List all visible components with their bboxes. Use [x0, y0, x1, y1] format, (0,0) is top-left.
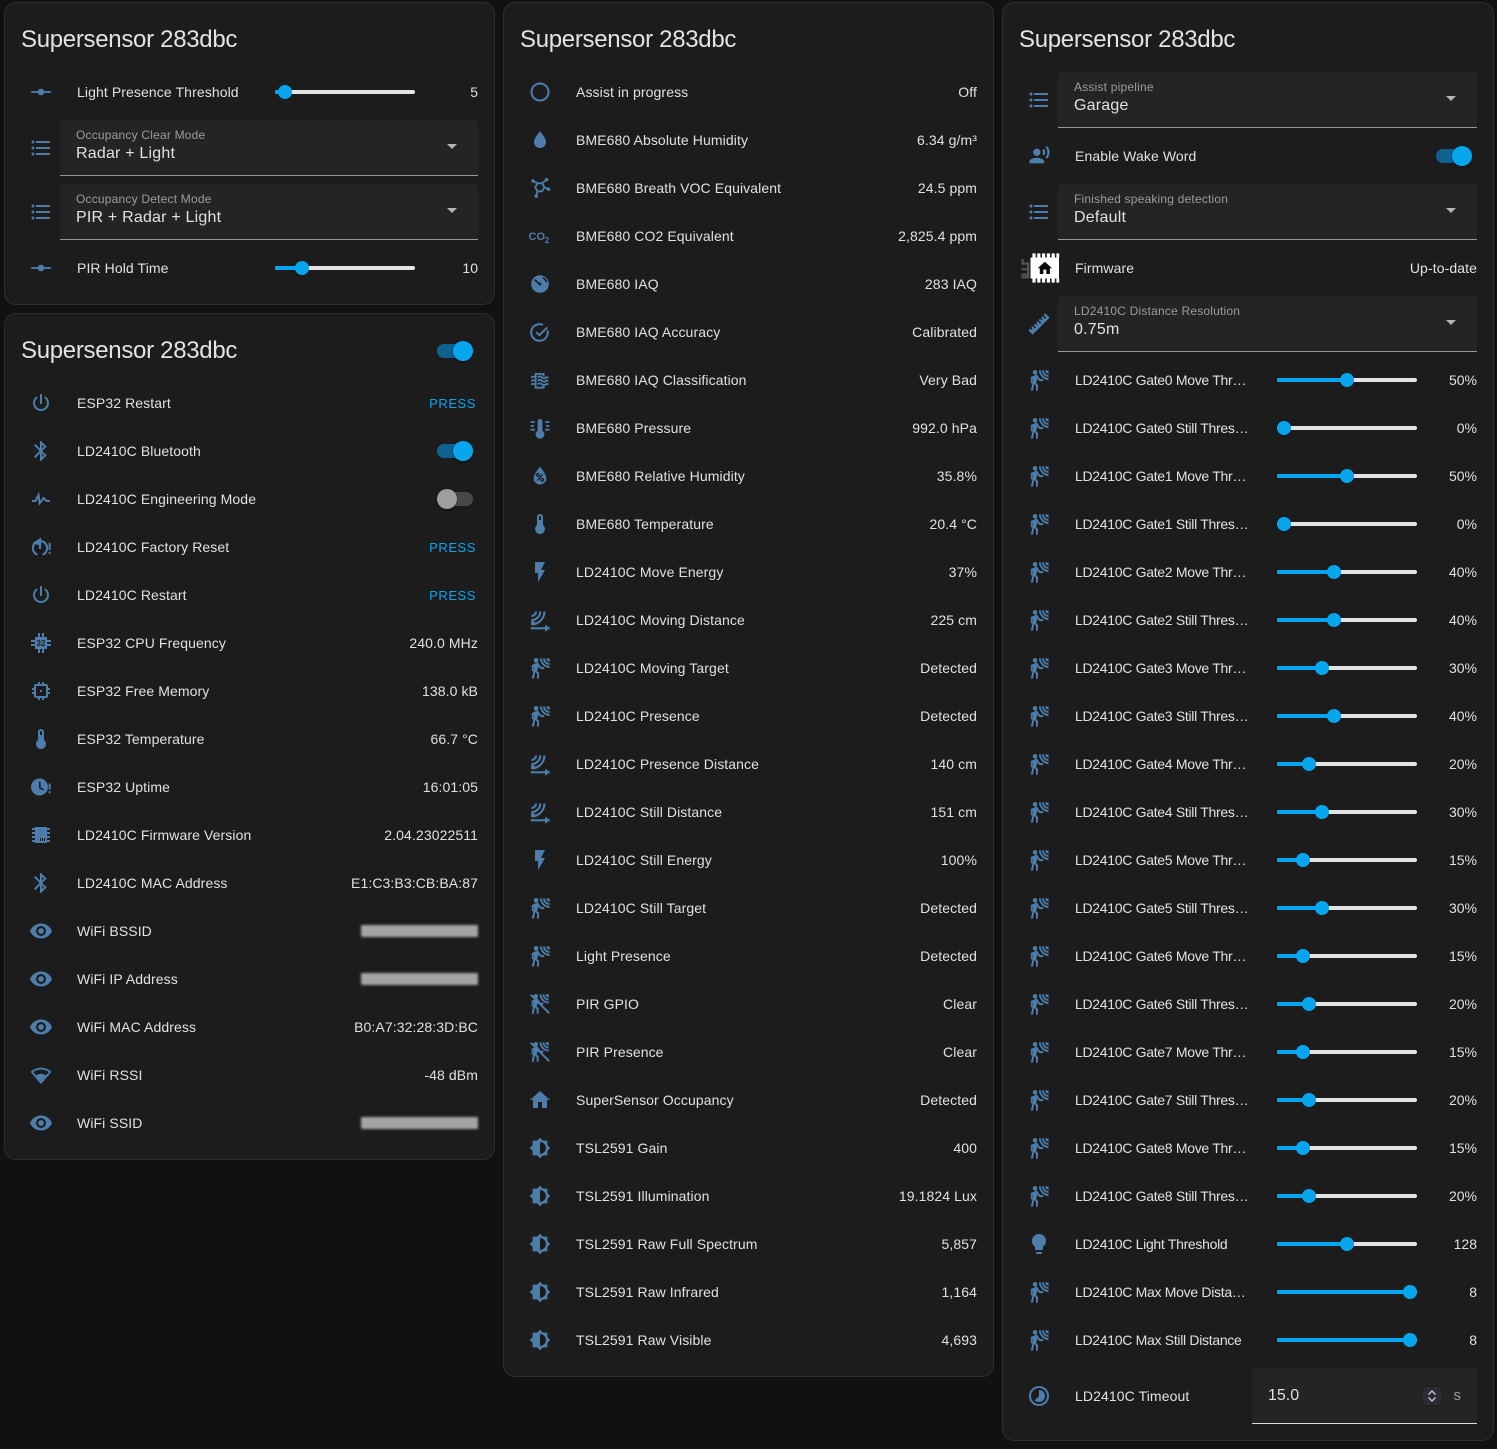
svg-text:2: 2 — [545, 236, 550, 245]
svg-text:CO: CO — [529, 231, 546, 243]
svg-text:32: 32 — [37, 639, 46, 648]
